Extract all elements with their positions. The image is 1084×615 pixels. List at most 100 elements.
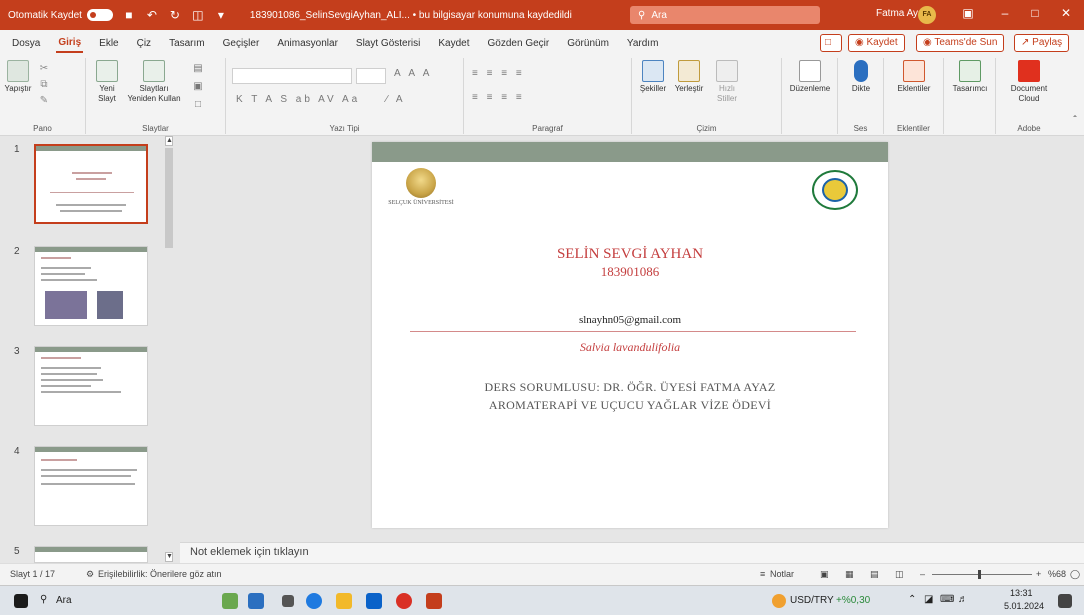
powerpoint-icon[interactable] (426, 593, 442, 609)
redo-icon[interactable]: ↻ (168, 8, 182, 22)
ribbon-display-icon[interactable]: ▣ (958, 6, 978, 24)
minimize-icon[interactable]: – (995, 6, 1015, 24)
addins-button[interactable]: Eklentiler (890, 60, 938, 94)
document-title[interactable]: 183901086_SelinSevgiAyhan_ALI... • bu bi… (250, 10, 572, 21)
arrange-button[interactable]: Yerleştir (672, 60, 706, 94)
collapse-ribbon-icon[interactable]: ˆ (1068, 116, 1082, 126)
edge-icon[interactable] (306, 593, 322, 609)
customize-qat-icon[interactable]: ▾ (214, 8, 228, 22)
notes-pane[interactable]: Not eklemek için tıklayın (180, 542, 1084, 563)
copy-icon[interactable]: ⧉ (36, 80, 52, 90)
font-color-controls[interactable]: ∕ A (386, 94, 406, 105)
layout-icon[interactable]: ▤ (190, 64, 206, 74)
taskbar-search[interactable]: Ara (56, 595, 72, 606)
quick-styles-button[interactable]: Hızlı Stiller (710, 60, 744, 104)
accessibility-icon[interactable]: ⚙ (86, 569, 94, 580)
notification-icon[interactable] (1058, 594, 1072, 608)
undo-icon[interactable]: ↶ (145, 8, 159, 22)
new-slide-button[interactable]: Yeni Slayt (92, 60, 122, 104)
zoom-slider-thumb[interactable] (978, 570, 981, 579)
tab-animasyonlar[interactable]: Animasyonlar (275, 35, 340, 52)
zoom-out-icon[interactable]: – (920, 569, 925, 579)
zoom-level[interactable]: %68 (1048, 569, 1066, 579)
speaker-icon[interactable]: ♬ (958, 594, 968, 605)
contact-icon[interactable] (248, 593, 264, 609)
teams-present-button[interactable]: ◉ Teams'de Sun (916, 34, 1005, 52)
cut-icon[interactable]: ✂ (36, 64, 52, 74)
zoom-in-icon[interactable]: + (1036, 569, 1041, 579)
tray-chevron-icon[interactable]: ⌃ (908, 594, 916, 605)
close-icon[interactable]: ✕ (1056, 6, 1076, 24)
store-icon[interactable] (366, 593, 382, 609)
file-explorer-icon[interactable] (336, 593, 352, 609)
accessibility-status[interactable]: Erişilebilirlik: Önerilere göz atın (98, 569, 222, 579)
slide-sorter-icon[interactable]: ▦ (845, 569, 854, 580)
reading-view-icon[interactable]: ▤ (870, 569, 879, 580)
present-icon[interactable]: ◫ (191, 8, 205, 22)
paste-button[interactable]: Yapıştır (4, 60, 32, 94)
tab-ciz[interactable]: Çiz (135, 35, 153, 52)
notes-icon[interactable]: ≡ (760, 569, 765, 579)
tab-yardim[interactable]: Yardım (625, 35, 661, 52)
list-controls[interactable]: ≡ ≡ ≡ ≡ (472, 68, 525, 79)
chrome-icon[interactable] (396, 593, 412, 609)
font-size-box[interactable] (356, 68, 386, 84)
dictate-button[interactable]: Dikte (846, 60, 876, 94)
slide-thumbnail-2[interactable] (34, 246, 148, 326)
section-icon[interactable]: □ (190, 100, 206, 110)
tab-giris[interactable]: Giriş (56, 34, 84, 53)
zoom-slider[interactable] (932, 574, 1032, 575)
search-box[interactable]: ⚲ Ara (630, 6, 820, 24)
scrollbar-thumb[interactable] (165, 148, 173, 248)
maximize-icon[interactable]: □ (1025, 6, 1045, 24)
slide-thumbnail-5[interactable] (34, 546, 148, 563)
share-button[interactable]: ↗ Paylaş (1014, 34, 1070, 52)
reset-icon[interactable]: ▣ (190, 82, 206, 92)
slide-thumbnail-4[interactable] (34, 446, 148, 526)
font-format-controls[interactable]: K T A S ab AV Aa (236, 94, 360, 105)
reuse-slides-button[interactable]: Slaytları Yeniden Kullan (126, 60, 182, 104)
supervisor-line: DERS SORUMLUSU: DR. ÖĞR. ÜYESİ FATMA AYA… (484, 380, 776, 394)
font-size-controls[interactable]: A A A (394, 68, 432, 79)
thumbnail-scrollbar[interactable]: ▲ ▼ (164, 136, 174, 562)
tab-gecisler[interactable]: Geçişler (221, 35, 262, 52)
keyboard-icon[interactable]: ⌨ (940, 594, 954, 605)
save-icon[interactable]: ■ (122, 8, 136, 22)
fit-to-window-icon[interactable]: ◯ (1070, 569, 1080, 580)
tab-ekle[interactable]: Ekle (97, 35, 120, 52)
user-avatar[interactable]: FA (918, 6, 936, 24)
comments-icon[interactable]: □ (820, 34, 842, 52)
clock-date[interactable]: 5.01.2024 (1004, 601, 1044, 611)
slide-thumbnail-1[interactable] (34, 144, 148, 224)
format-painter-icon[interactable]: ✎ (36, 96, 52, 106)
widgets-icon[interactable] (222, 593, 238, 609)
tab-gozden-gecir[interactable]: Gözden Geçir (486, 35, 552, 52)
editing-button[interactable]: Düzenleme (786, 60, 834, 94)
tab-tasarim[interactable]: Tasarım (167, 35, 207, 52)
record-button[interactable]: ◉ Kaydet (848, 34, 905, 52)
document-cloud-button[interactable]: Document Cloud (1002, 60, 1056, 104)
currency-pair[interactable]: USD/TRY (790, 595, 834, 606)
taskbar-search-icon[interactable]: ⚲ (40, 594, 47, 605)
windows-start-icon[interactable] (14, 594, 28, 608)
network-icon[interactable]: ◪ (924, 594, 933, 605)
clock-time[interactable]: 13:31 (1010, 588, 1033, 598)
current-slide[interactable]: SELÇUK ÜNİVERSİTESİ SELİN SEVGİ AYHAN 18… (372, 142, 888, 528)
tab-slayt-gosterisi[interactable]: Slayt Gösterisi (354, 35, 422, 52)
notes-toggle[interactable]: Notlar (770, 569, 794, 579)
tab-dosya[interactable]: Dosya (10, 35, 42, 52)
font-name-box[interactable] (232, 68, 352, 84)
scroll-down-icon[interactable]: ▼ (165, 552, 173, 562)
shapes-button[interactable]: Şekiller (638, 60, 668, 94)
tab-kaydet[interactable]: Kaydet (436, 35, 471, 52)
scroll-up-icon[interactable]: ▲ (165, 136, 173, 146)
designer-button[interactable]: Tasarımcı (948, 60, 992, 94)
slide-thumbnail-3[interactable] (34, 346, 148, 426)
slideshow-icon[interactable]: ◫ (895, 569, 904, 580)
thumbnail-header-bar (35, 547, 147, 552)
normal-view-icon[interactable]: ▣ (820, 569, 829, 580)
alignment-controls[interactable]: ≡ ≡ ≡ ≡ (472, 92, 525, 103)
task-view-icon[interactable] (282, 595, 294, 607)
autosave-toggle[interactable] (86, 9, 113, 21)
tab-gorunum[interactable]: Görünüm (565, 35, 611, 52)
